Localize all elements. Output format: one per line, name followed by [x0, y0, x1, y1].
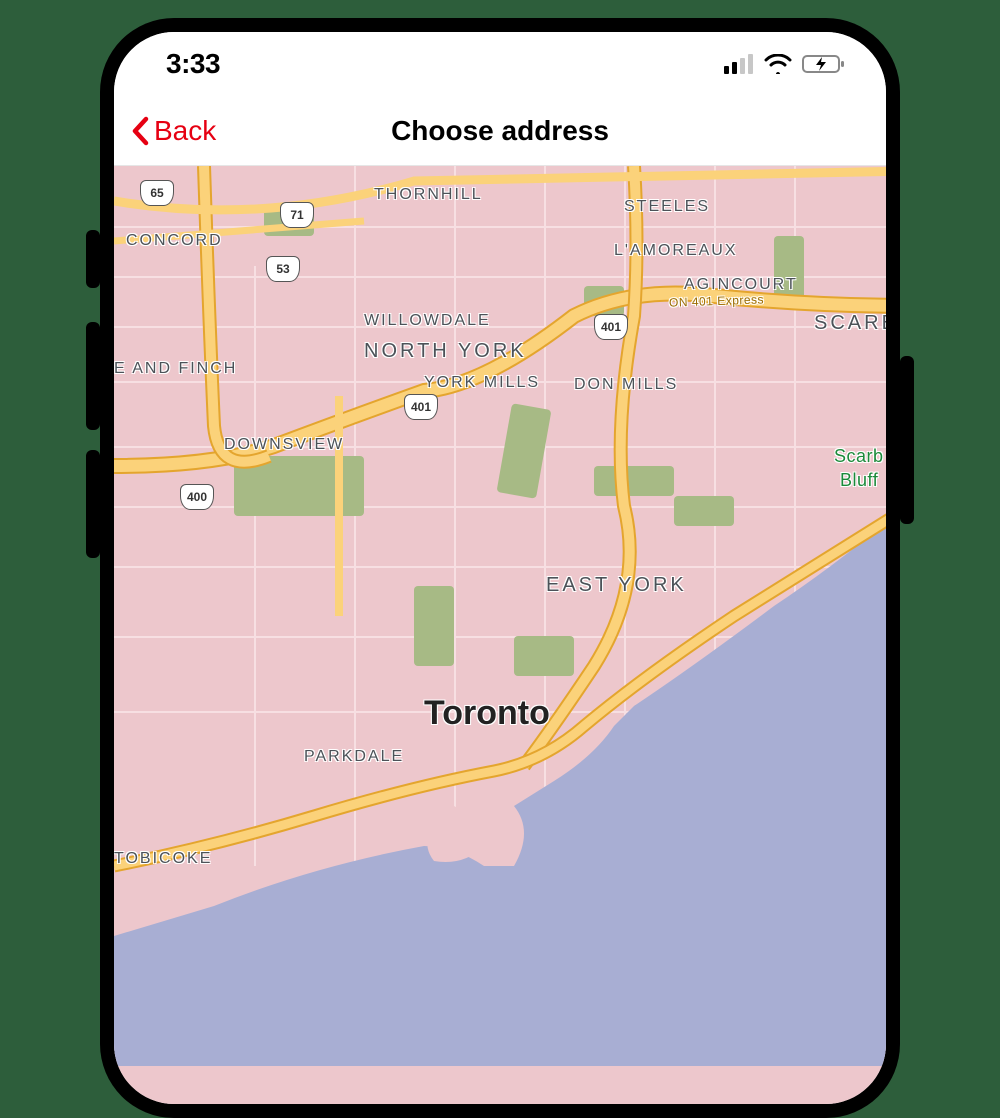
label-east-york: EAST YORK	[546, 574, 687, 597]
route-shield-400: 400	[180, 484, 214, 510]
phone-power-button	[900, 356, 914, 524]
route-shield-71: 71	[280, 202, 314, 228]
route-shield-53: 53	[266, 256, 300, 282]
status-icons	[724, 54, 846, 74]
wifi-icon	[764, 54, 792, 74]
phone-volume-up	[86, 322, 100, 430]
label-downsview: DOWNSVIEW	[224, 436, 344, 454]
phone-screen: 3:33	[114, 32, 886, 1104]
label-park-bluff: Bluff	[840, 470, 878, 491]
phone-volume-down	[86, 450, 100, 558]
chevron-left-icon	[130, 116, 152, 146]
back-label: Back	[154, 115, 216, 147]
label-concord: CONCORD	[126, 232, 223, 250]
cellular-signal-icon	[724, 54, 754, 74]
phone-silent-switch	[86, 230, 100, 288]
label-agincourt: AGINCOURT	[684, 276, 798, 294]
label-etobicoke: TOBICOKE	[114, 850, 212, 868]
label-steeles: STEELES	[624, 198, 710, 216]
route-shield-65: 65	[140, 180, 174, 206]
lake-ontario	[114, 166, 886, 1066]
label-thornhill: THORNHILL	[374, 186, 483, 204]
label-scarborough: SCARB	[814, 312, 886, 335]
route-shield-401b: 401	[404, 394, 438, 420]
label-willowdale: WILLOWDALE	[364, 312, 491, 330]
route-shield-401a: 401	[594, 314, 628, 340]
battery-charging-icon	[802, 54, 846, 74]
label-don-mills: DON MILLS	[574, 376, 678, 394]
status-time: 3:33	[166, 48, 220, 80]
label-city-toronto: Toronto	[424, 694, 550, 733]
nav-bar: Back Choose address	[114, 96, 886, 166]
phone-frame: 3:33	[100, 18, 900, 1118]
label-york-mills: YORK MILLS	[424, 374, 540, 392]
label-north-york: NORTH YORK	[364, 340, 527, 363]
page-title: Choose address	[114, 115, 886, 147]
status-bar: 3:33	[114, 32, 886, 96]
map-canvas[interactable]: 65 71 53 401 401 400 THORNHILL CONCORD S…	[114, 166, 886, 1104]
back-button[interactable]: Back	[114, 115, 216, 147]
label-park-scarb: Scarb	[834, 446, 884, 467]
label-parkdale: PARKDALE	[304, 748, 404, 766]
label-lamoreaux: L'AMOREAUX	[614, 242, 738, 260]
label-jane-finch: E AND FINCH	[114, 360, 237, 378]
